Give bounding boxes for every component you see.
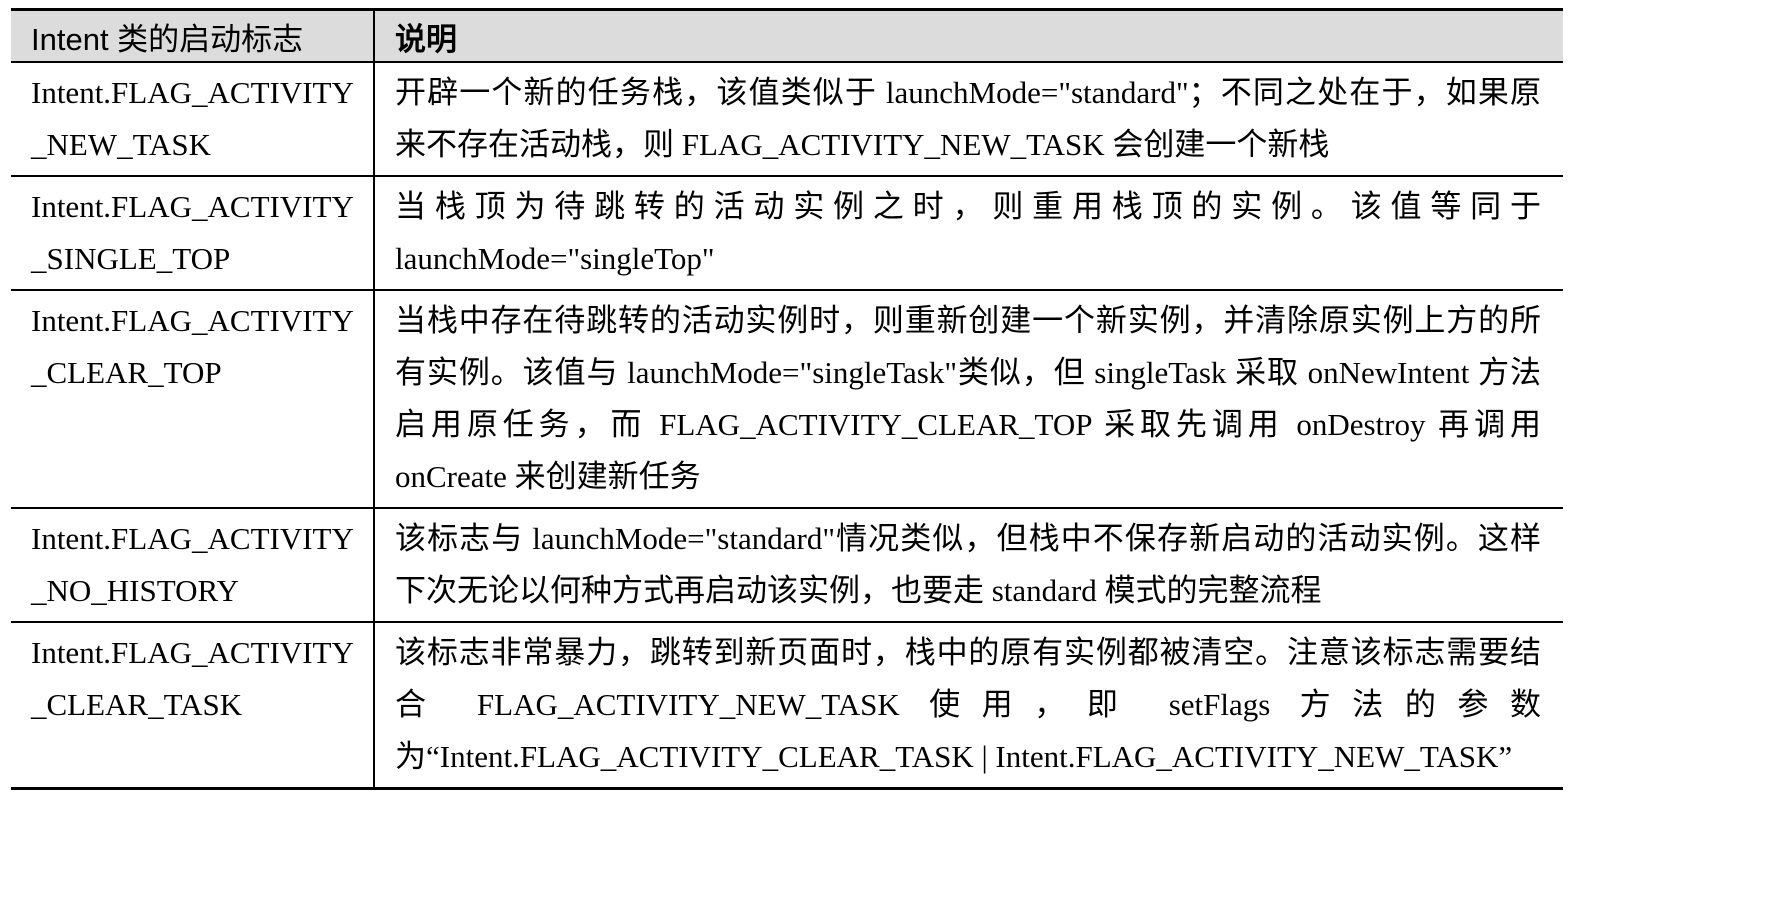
table-row: Intent.FLAG_ACTIVITY_SINGLE_TOP 当栈顶为待跳转的… bbox=[11, 176, 1563, 291]
flag-cell: Intent.FLAG_ACTIVITY_NEW_TASK bbox=[11, 62, 375, 177]
table-row: Intent.FLAG_ACTIVITY_CLEAR_TOP 当栈中存在待跳转的… bbox=[11, 290, 1563, 509]
description-cell: 开辟一个新的任务栈，该值类似于 launchMode="standard"；不同… bbox=[374, 62, 1563, 177]
header-row: Intent 类的启动标志 说明 bbox=[11, 9, 1563, 63]
flag-cell: Intent.FLAG_ACTIVITY_NO_HISTORY bbox=[11, 508, 375, 623]
table-row: Intent.FLAG_ACTIVITY_NEW_TASK 开辟一个新的任务栈，… bbox=[11, 62, 1563, 177]
flag-cell: Intent.FLAG_ACTIVITY_CLEAR_TASK bbox=[11, 622, 375, 789]
header-flag: Intent 类的启动标志 bbox=[11, 9, 375, 63]
flag-cell: Intent.FLAG_ACTIVITY_SINGLE_TOP bbox=[11, 176, 375, 291]
description-cell: 当栈中存在待跳转的活动实例时，则重新创建一个新实例，并清除原实例上方的所有实例。… bbox=[374, 290, 1563, 509]
description-cell: 当栈顶为待跳转的活动实例之时，则重用栈顶的实例。该值等同于 launchMode… bbox=[374, 176, 1563, 291]
description-cell: 该标志与 launchMode="standard"情况类似，但栈中不保存新启动… bbox=[374, 508, 1563, 623]
intent-flags-table-container: Intent 类的启动标志 说明 Intent.FLAG_ACTIVITY_NE… bbox=[11, 8, 1563, 790]
header-description: 说明 bbox=[374, 9, 1563, 63]
table-row: Intent.FLAG_ACTIVITY_NO_HISTORY 该标志与 lau… bbox=[11, 508, 1563, 623]
table-header: Intent 类的启动标志 说明 bbox=[11, 9, 1563, 63]
table-row: Intent.FLAG_ACTIVITY_CLEAR_TASK 该标志非常暴力，… bbox=[11, 622, 1563, 789]
table-body: Intent.FLAG_ACTIVITY_NEW_TASK 开辟一个新的任务栈，… bbox=[11, 62, 1563, 789]
description-cell: 该标志非常暴力，跳转到新页面时，栈中的原有实例都被清空。注意该标志需要结合 FL… bbox=[395, 635, 1541, 774]
flag-cell: Intent.FLAG_ACTIVITY_CLEAR_TOP bbox=[11, 290, 375, 509]
intent-flags-table: Intent 类的启动标志 说明 Intent.FLAG_ACTIVITY_NE… bbox=[11, 8, 1563, 790]
